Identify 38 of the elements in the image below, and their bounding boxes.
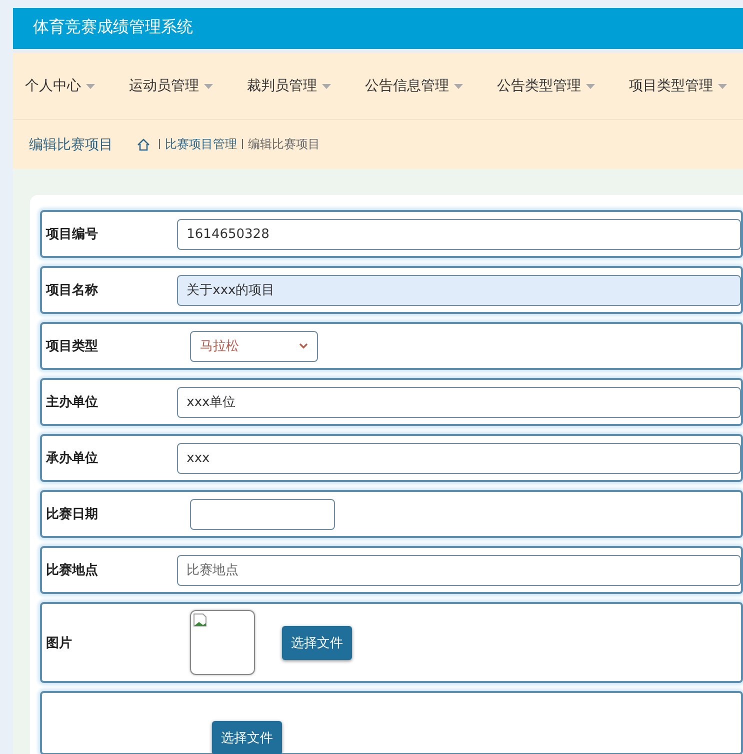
page-title: 编辑比赛项目 — [29, 136, 113, 154]
breadcrumb-separator — [159, 139, 160, 149]
broken-image-icon — [193, 613, 207, 627]
nav-menu-item[interactable]: 公告类型管理 — [497, 77, 595, 95]
field-label: 比赛日期 — [46, 506, 99, 523]
field-label: 项目类型 — [46, 338, 99, 355]
nav-menu-item[interactable]: 裁判员管理 — [247, 77, 331, 95]
app-title: 体育竞赛成绩管理系统 — [33, 17, 193, 36]
input-field[interactable]: 1614650328 — [176, 218, 741, 250]
caret-icon — [204, 84, 213, 88]
input-field[interactable] — [190, 498, 335, 530]
field-label: 项目名称 — [46, 282, 99, 299]
field-label: 承办单位 — [46, 450, 99, 467]
nav-menu-item[interactable]: 项目类型管理 — [629, 77, 727, 95]
caret-icon — [454, 84, 463, 88]
select-field[interactable]: 马拉松 — [190, 330, 318, 362]
breadcrumb-link[interactable]: 比赛项目管理 — [165, 137, 237, 151]
field-label: 项目编号 — [46, 226, 99, 243]
caret-icon — [586, 84, 595, 88]
breadcrumb-current: 编辑比赛项目 — [248, 137, 320, 151]
field-label: 比赛地点 — [46, 562, 99, 579]
caret-icon — [322, 84, 331, 88]
input-field[interactable]: 关于xxx的项目 — [176, 274, 741, 306]
input-field[interactable]: xxx单位 — [176, 386, 741, 418]
input-field[interactable]: 比赛地点 — [176, 554, 741, 586]
caret-icon — [86, 84, 95, 88]
nav-menu-item[interactable]: 个人中心 — [25, 77, 95, 95]
breadcrumb-separator — [242, 139, 243, 149]
nav-menu-item[interactable]: 公告信息管理 — [365, 77, 463, 95]
choose-file-button[interactable]: 选择文件 — [212, 721, 282, 754]
field-label: 主办单位 — [46, 394, 99, 411]
home-icon[interactable] — [137, 138, 150, 151]
chevron-icon — [299, 343, 308, 349]
choose-file-button[interactable]: 选择文件 — [282, 626, 352, 660]
caret-icon — [718, 84, 727, 88]
nav-menu-item[interactable]: 运动员管理 — [129, 77, 213, 95]
field-label: 图片 — [46, 634, 73, 652]
input-field[interactable]: xxx — [176, 442, 741, 474]
